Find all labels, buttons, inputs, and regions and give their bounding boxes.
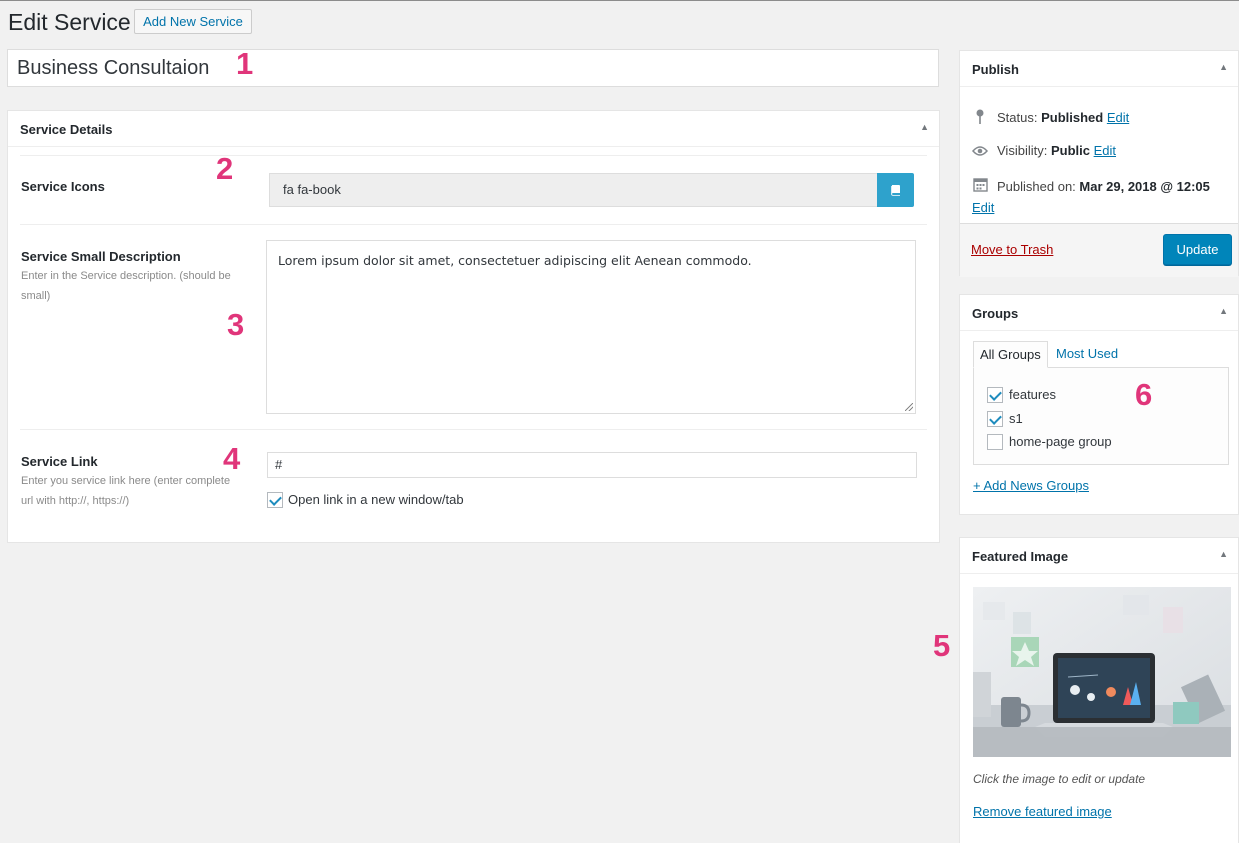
published-on-label: Published on:	[997, 179, 1076, 194]
page-title: Edit Service	[8, 9, 131, 35]
new-window-option[interactable]: Open link in a new window/tab	[267, 491, 464, 508]
service-link-help: Enter you service link here (enter compl…	[21, 475, 231, 507]
service-description-help: Enter in the Service description. (shoul…	[21, 270, 231, 302]
service-details-title: Service Details	[20, 122, 113, 137]
remove-featured-image-link[interactable]: Remove featured image	[973, 804, 1112, 819]
top-border	[0, 0, 1239, 1]
group-checkbox-s1[interactable]	[987, 410, 1003, 427]
status-label: Status:	[997, 109, 1038, 125]
group-checkbox-features[interactable]	[987, 386, 1003, 403]
laptop-photo-image	[973, 587, 1231, 757]
status-row: Status: Published Edit	[972, 109, 1129, 128]
annotation-3: 3	[227, 307, 245, 342]
resize-handle[interactable]	[905, 403, 913, 411]
divider	[20, 429, 927, 430]
group-label: home-page group	[1009, 434, 1112, 450]
service-description-text: Lorem ipsum dolor sit amet, consectetuer…	[278, 253, 752, 268]
book-icon	[890, 185, 900, 196]
move-to-trash-link[interactable]: Move to Trash	[971, 242, 1053, 257]
status-edit-link[interactable]: Edit	[1107, 110, 1129, 125]
add-news-groups-link[interactable]: + Add News Groups	[973, 478, 1089, 493]
list-item[interactable]: features	[987, 386, 1056, 403]
divider	[20, 155, 927, 156]
service-icon-input[interactable]: fa fa-book	[269, 173, 878, 207]
tab-all-groups[interactable]: All Groups	[973, 341, 1048, 368]
featured-image-box: Featured Image ▲ Click the image to edit…	[959, 537, 1239, 843]
post-title-input[interactable]: Business Consultaion	[7, 49, 939, 87]
annotation-2: 2	[216, 151, 234, 186]
featured-image-thumbnail[interactable]	[973, 587, 1231, 757]
service-link-input[interactable]: #	[267, 452, 917, 478]
calendar-icon	[972, 177, 988, 198]
annotation-6: 6	[1135, 377, 1153, 412]
icon-picker-button[interactable]	[877, 173, 914, 207]
group-label: s1	[1009, 411, 1023, 427]
publish-box: Publish ▲ Status: Published Edit Visibil…	[959, 50, 1239, 277]
list-item[interactable]: home-page group	[987, 433, 1112, 450]
collapse-arrow-icon[interactable]: ▲	[1219, 549, 1228, 559]
add-new-service-button[interactable]: Add New Service	[134, 9, 252, 34]
service-details-box: Service Details ▲ Service Icons fa fa-bo…	[7, 110, 940, 543]
visibility-label: Visibility:	[997, 143, 1048, 158]
visibility-row: Visibility: Public Edit	[972, 143, 1116, 159]
list-item[interactable]: s1	[987, 410, 1023, 427]
annotation-5: 5	[933, 628, 951, 663]
service-icons-label: Service Icons	[21, 179, 105, 194]
service-details-header[interactable]: Service Details ▲	[8, 111, 939, 147]
annotation-1: 1	[236, 46, 254, 81]
groups-header[interactable]: Groups ▲	[960, 295, 1238, 331]
publish-header[interactable]: Publish ▲	[960, 51, 1238, 87]
service-description-textarea[interactable]: Lorem ipsum dolor sit amet, consectetuer…	[266, 240, 916, 414]
annotation-4: 4	[223, 441, 241, 476]
featured-image-caption: Click the image to edit or update	[973, 772, 1146, 786]
published-on-row: Published on: Mar 29, 2018 @ 12:05 Edit	[972, 177, 1234, 218]
featured-image-header[interactable]: Featured Image ▲	[960, 538, 1238, 574]
publish-actions: Move to Trash Update	[960, 223, 1238, 277]
collapse-arrow-icon[interactable]: ▲	[1219, 306, 1228, 316]
collapse-arrow-icon[interactable]: ▲	[1219, 62, 1228, 72]
collapse-arrow-icon[interactable]: ▲	[920, 122, 929, 132]
featured-image-title: Featured Image	[972, 549, 1069, 564]
new-window-label: Open link in a new window/tab	[288, 492, 464, 508]
eye-icon	[972, 144, 988, 159]
published-on-edit-link[interactable]: Edit	[972, 200, 994, 215]
new-window-checkbox[interactable]	[267, 491, 283, 508]
group-label: features	[1009, 387, 1056, 403]
status-value: Published	[1041, 109, 1104, 125]
service-link-label: Service Link	[21, 454, 98, 469]
update-button[interactable]: Update	[1163, 234, 1232, 265]
visibility-edit-link[interactable]: Edit	[1094, 143, 1116, 158]
tab-most-used[interactable]: Most Used	[1050, 341, 1124, 368]
publish-title: Publish	[972, 62, 1019, 77]
visibility-value: Public	[1050, 143, 1090, 158]
divider	[20, 224, 927, 225]
groups-title: Groups	[972, 306, 1019, 321]
group-checkbox-home-page-group[interactable]	[987, 433, 1003, 450]
groups-checklist: features s1 home-page group	[973, 367, 1229, 465]
service-description-label: Service Small Description	[21, 249, 181, 264]
groups-box: Groups ▲ All Groups Most Used features s…	[959, 294, 1239, 515]
pin-icon	[972, 109, 988, 128]
published-on-value: Mar 29, 2018 @ 12:05	[1079, 179, 1210, 194]
